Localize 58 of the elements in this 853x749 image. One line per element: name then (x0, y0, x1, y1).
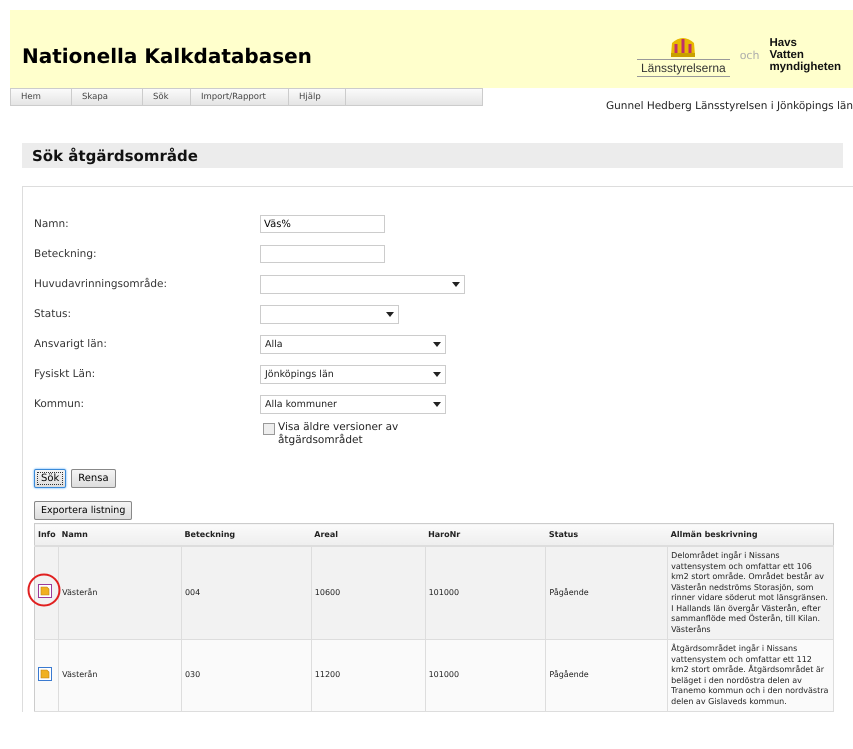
checkbox-label: Visa äldre versioner av åtgärdsområdet (278, 421, 400, 447)
field-label: Status: (34, 308, 72, 320)
caret-icon (433, 372, 441, 376)
table-cell: Västerån (58, 546, 182, 640)
dropdown[interactable]: Jönköpings län (260, 364, 446, 384)
column-header: Allmän beskrivning (668, 524, 834, 546)
site-title: Nationella Kalkdatabasen (22, 44, 312, 68)
nav-item[interactable]: Skapa (72, 89, 143, 105)
table-cell: 004 (181, 546, 312, 640)
form-button[interactable]: Sök (34, 469, 66, 488)
field-label: Fysiskt Län: (34, 368, 96, 380)
agency-logo-text: Länsstyrelserna (636, 59, 730, 77)
checkbox[interactable] (263, 423, 275, 435)
agency-logo-text: myndigheten (769, 61, 841, 73)
field-label: Namn: (34, 218, 70, 230)
logo-text: och (740, 48, 760, 62)
dropdown[interactable]: Alla (260, 334, 446, 354)
table-cell: 10600 (311, 546, 426, 640)
table-cell: Pågående (546, 546, 668, 640)
column-header: Status (546, 524, 668, 546)
nav-item[interactable]: Sök (143, 89, 191, 105)
table-cell: 101000 (425, 546, 546, 640)
user-info: Gunnel Hedberg Länsstyrelsen i Jönköpings län (606, 100, 853, 112)
caret-icon (386, 312, 394, 316)
caret-icon (452, 282, 460, 286)
table-cell: Pågående (546, 640, 668, 712)
column-header: Areal (311, 524, 426, 546)
table-cell: 11200 (311, 640, 426, 712)
field-label: Beteckning: (34, 248, 98, 260)
nav-item[interactable]: Hjälp (289, 89, 346, 105)
dropdown[interactable] (260, 304, 399, 324)
text-field[interactable] (260, 245, 385, 263)
export-button[interactable]: Exportera listning (34, 501, 132, 520)
column-header: Info (34, 524, 59, 546)
nav-item[interactable]: Import/Rapport (191, 89, 289, 105)
nav-item[interactable]: Hem (11, 89, 72, 105)
document-icon[interactable] (38, 666, 52, 681)
column-header: Beteckning (181, 524, 312, 546)
caret-icon (433, 342, 441, 346)
table-cell: 101000 (425, 640, 546, 712)
table-cell: Delområdet ingår i Nissans vattensystem och omfattar ett 106 km2 stort område. Området består av Västerån nedströms Storasjön, som rinner vidare söderut mot länsgränsen. I Hallands län övergår Västerån, efter sammanflöde med Österån, till Kilan. Västeråns (668, 546, 834, 640)
dropdown[interactable]: Alla kommuner (260, 394, 446, 414)
table-cell: Västerån (58, 640, 182, 712)
table-cell: Åtgärdsområdet ingår i Nissans vattensystem och omfattar ett 112 km2 stort område. Åtgärdsområdet är beläget i den nordöstra delen av Tranemo kommun och i den nordvästra delen av Gislaveds kommun. (668, 640, 834, 712)
text-field[interactable]: Väs% (260, 215, 385, 233)
agency-logo-text: Vatten (769, 49, 805, 61)
table-cell: 030 (181, 640, 312, 712)
document-icon[interactable] (38, 584, 52, 598)
form-button[interactable]: Rensa (71, 469, 116, 488)
page-heading: Sök åtgärdsområde (32, 146, 198, 164)
column-header: Namn (58, 524, 182, 546)
field-label: Huvudavrinningsområde: (34, 278, 168, 290)
column-header: HaroNr (425, 524, 546, 546)
agency-logo-text: Havs (769, 37, 798, 49)
dropdown[interactable] (260, 274, 465, 294)
field-label: Ansvarigt län: (34, 338, 108, 350)
caret-icon (433, 402, 441, 406)
field-label: Kommun: (34, 398, 86, 410)
